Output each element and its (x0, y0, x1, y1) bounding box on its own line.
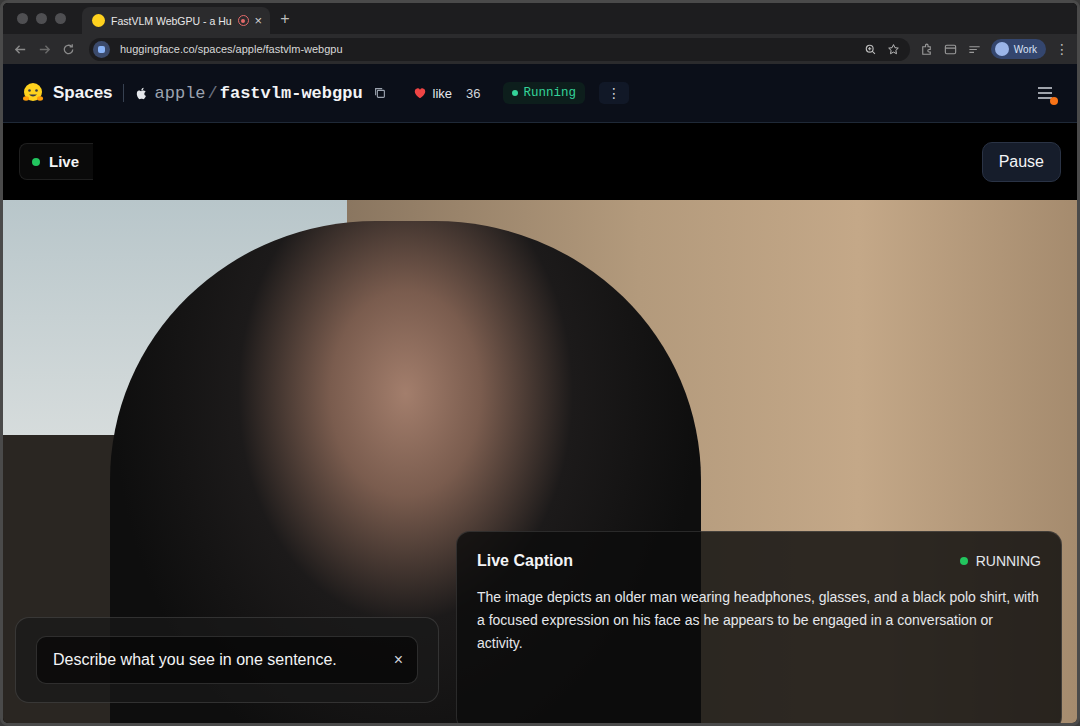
caption-header: Live Caption RUNNING (477, 552, 1041, 570)
live-dot-icon (32, 158, 40, 166)
apple-org-icon (134, 86, 149, 101)
cast-icon[interactable] (967, 42, 982, 57)
status-text: Running (524, 86, 577, 100)
tab-search-icon[interactable] (943, 42, 958, 57)
status-dot-icon (512, 90, 518, 96)
browser-menu-button[interactable]: ⋮ (1055, 42, 1069, 56)
live-label: Live (49, 153, 79, 170)
forward-arrow-icon[interactable] (37, 42, 52, 57)
zoom-window-icon[interactable] (55, 13, 66, 24)
profile-label: Work (1014, 44, 1037, 55)
main-menu-button[interactable] (1035, 83, 1055, 103)
like-button[interactable]: like 36 (407, 83, 487, 104)
browser-window: FastVLM WebGPU - a Hu × + huggingface.co/sp… (0, 0, 1080, 726)
space-name[interactable]: fastvlm-webgpu (220, 84, 363, 103)
app-controls: Live Pause (3, 123, 1077, 200)
browser-toolbar: huggingface.co/spaces/apple/fastvlm-webg… (3, 34, 1077, 64)
tab-close-button[interactable]: × (255, 14, 263, 27)
new-tab-button[interactable]: + (280, 11, 289, 27)
profile-button[interactable]: Work (991, 39, 1046, 59)
hugging-face-logo-icon[interactable] (21, 81, 45, 105)
avatar-icon (995, 42, 1009, 56)
minimize-window-icon[interactable] (36, 13, 47, 24)
address-bar[interactable]: huggingface.co/spaces/apple/fastvlm-webg… (89, 38, 910, 61)
space-status-badge: Running (503, 82, 586, 104)
clear-prompt-button[interactable]: × (394, 652, 403, 668)
running-dot-icon (960, 557, 968, 565)
live-badge: Live (19, 143, 93, 180)
browser-tab[interactable]: FastVLM WebGPU - a Hu × (82, 7, 270, 34)
copy-icon[interactable] (373, 86, 387, 100)
path-separator: / (208, 84, 218, 103)
zoom-icon[interactable] (864, 43, 877, 56)
separator (123, 84, 124, 102)
notification-dot-icon (1050, 97, 1058, 105)
tab-strip: FastVLM WebGPU - a Hu × + (3, 3, 1077, 34)
owner-link[interactable]: apple (155, 84, 206, 103)
like-label: like (433, 86, 453, 101)
url-text: huggingface.co/spaces/apple/fastvlm-webg… (120, 43, 854, 55)
caption-status-text: RUNNING (976, 553, 1041, 569)
reload-icon[interactable] (61, 42, 76, 57)
back-arrow-icon[interactable] (13, 42, 28, 57)
heart-icon (413, 86, 427, 100)
site-info-icon[interactable] (93, 41, 110, 58)
recording-icon (238, 15, 249, 26)
more-options-button[interactable]: ⋮ (599, 82, 629, 105)
window-controls (17, 13, 66, 24)
space-header: Spaces apple/fastvlm-webgpu like 36 Running ⋮ (3, 64, 1077, 123)
caption-title: Live Caption (477, 552, 573, 570)
prompt-panel: Describe what you see in one sentence. × (15, 617, 439, 703)
pause-button[interactable]: Pause (982, 142, 1061, 182)
hugging-face-favicon-icon (92, 14, 105, 27)
space-breadcrumb: Spaces apple/fastvlm-webgpu like 36 Running ⋮ (21, 81, 629, 105)
tab-title: FastVLM WebGPU - a Hu (111, 15, 232, 27)
prompt-input[interactable]: Describe what you see in one sentence. × (36, 636, 418, 684)
video-feed: Describe what you see in one sentence. × L… (3, 200, 1077, 723)
live-caption-panel: Live Caption RUNNING The image depicts an … (456, 531, 1062, 723)
extensions-puzzle-icon[interactable] (919, 42, 934, 57)
caption-status: RUNNING (960, 553, 1041, 569)
close-window-icon[interactable] (17, 13, 28, 24)
spaces-link[interactable]: Spaces (53, 83, 113, 103)
caption-text: The image depicts an older man wearing h… (477, 586, 1041, 655)
like-count: 36 (466, 86, 480, 101)
bookmark-star-icon[interactable] (887, 43, 900, 56)
prompt-text: Describe what you see in one sentence. (53, 651, 337, 669)
